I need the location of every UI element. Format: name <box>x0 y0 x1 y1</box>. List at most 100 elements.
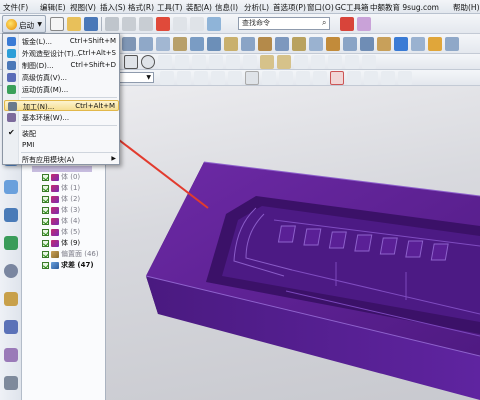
menu-analysis[interactable]: 分析(L) <box>244 2 269 13</box>
copy-icon[interactable] <box>122 17 136 31</box>
snap-midpoint-icon[interactable] <box>177 71 191 85</box>
new-file-icon[interactable] <box>50 17 64 31</box>
checkbox-icon[interactable] <box>42 250 49 258</box>
tree-item[interactable]: 体 (3) <box>42 205 80 215</box>
checkbox-icon[interactable] <box>42 195 49 203</box>
point-icon[interactable] <box>209 55 223 69</box>
replace-face-icon[interactable] <box>428 37 442 51</box>
paste-icon[interactable] <box>139 17 153 31</box>
role-icon[interactable] <box>357 17 371 31</box>
command-search-input[interactable]: 查找命令 <box>238 17 330 30</box>
move-face-icon[interactable] <box>411 37 425 51</box>
reuse-library-icon[interactable] <box>4 236 18 250</box>
menu-gc-toolbox[interactable]: GC工具箱 <box>335 2 369 13</box>
cut-icon[interactable] <box>105 17 119 31</box>
snap-tangent-icon[interactable] <box>330 71 344 85</box>
start-button[interactable]: 启动 ▼ <box>2 15 46 33</box>
chamfer-icon[interactable] <box>207 37 221 51</box>
snap-on-curve-icon[interactable] <box>279 71 293 85</box>
checkbox-icon[interactable] <box>42 228 49 236</box>
menu-preferences[interactable]: 首选项(P) <box>273 2 306 13</box>
menu-help[interactable]: 帮助(H) <box>453 2 480 13</box>
menu-information[interactable]: 信息(I) <box>215 2 238 13</box>
save-icon[interactable] <box>84 17 98 31</box>
snap-quadrant-icon[interactable] <box>211 71 225 85</box>
menu-assembly[interactable]: 装配(A) <box>186 2 212 13</box>
extrude-icon[interactable] <box>122 37 136 51</box>
menu-edit[interactable]: 编辑(E) <box>40 2 66 13</box>
search-icon[interactable]: ⌕ <box>322 18 326 28</box>
mirror-icon[interactable] <box>309 37 323 51</box>
snap-perpendicular-icon[interactable] <box>347 71 361 85</box>
history-icon[interactable] <box>4 208 18 222</box>
delete-icon[interactable] <box>156 17 170 31</box>
sweep-icon[interactable] <box>343 37 357 51</box>
menu-item-assembly[interactable]: ✔ 装配 <box>4 128 119 139</box>
bridge-curve-icon[interactable] <box>260 55 274 69</box>
trim-curve-icon[interactable] <box>328 55 342 69</box>
menu-item-all-applications[interactable]: 所有应用模块(A) ▶ <box>4 154 119 165</box>
system-materials-icon[interactable] <box>4 320 18 334</box>
menu-view[interactable]: 视图(V) <box>70 2 96 13</box>
snap-control-point-icon[interactable] <box>262 71 276 85</box>
menu-item-motion-simulation[interactable]: 运动仿真(M)... <box>4 84 119 95</box>
menu-item-drafting[interactable]: 制图(D)... Ctrl+Shift+D <box>4 60 119 71</box>
project-curve-icon[interactable] <box>243 55 257 69</box>
menu-item-gateway[interactable]: 基本环境(W)... <box>4 112 119 123</box>
menu-item-shape-studio[interactable]: 外观造型设计(T)... Ctrl+Alt+S <box>4 48 119 59</box>
tree-item[interactable]: 体 (2) <box>42 194 80 204</box>
checkbox-icon[interactable] <box>42 239 49 247</box>
menu-item-manufacturing[interactable]: 加工(N)... Ctrl+Alt+M <box>4 100 119 111</box>
open-folder-icon[interactable] <box>67 17 81 31</box>
tree-item[interactable]: 体 (0) <box>42 172 80 182</box>
tree-item[interactable]: 体 (1) <box>42 183 80 193</box>
checkbox-icon[interactable] <box>42 184 49 192</box>
hole-icon[interactable] <box>156 37 170 51</box>
snap-bounded-icon[interactable] <box>398 71 412 85</box>
menu-item-advanced-simulation[interactable]: 高级仿真(V)... <box>4 72 119 83</box>
snap-existing-point-icon[interactable] <box>245 71 259 85</box>
clock-icon[interactable] <box>4 264 18 278</box>
snap-grid-icon[interactable] <box>381 71 395 85</box>
snap-intersection-icon[interactable] <box>228 71 242 85</box>
graphics-window[interactable] <box>106 86 480 400</box>
roles-icon[interactable] <box>4 292 18 306</box>
checkbox-icon[interactable] <box>42 173 49 181</box>
checkbox-icon[interactable] <box>42 217 49 225</box>
intersect-curve-icon[interactable] <box>294 55 308 69</box>
line-icon[interactable] <box>158 55 172 69</box>
shell-icon[interactable] <box>224 37 238 51</box>
menu-insert[interactable]: 插入(S) <box>100 2 126 13</box>
checkbox-icon[interactable] <box>42 206 49 214</box>
datum-icon[interactable] <box>377 37 391 51</box>
boolean-icon[interactable] <box>173 37 187 51</box>
menu-item-pmi[interactable]: PMI <box>4 140 119 151</box>
edge-blend-icon[interactable] <box>326 37 340 51</box>
blend-icon[interactable] <box>190 37 204 51</box>
menu-item-sheet-metal[interactable]: 钣金(L)... Ctrl+Shift+M <box>4 36 119 47</box>
snap-center-icon[interactable] <box>194 71 208 85</box>
tree-item[interactable]: 偏置面 (46) <box>42 249 99 259</box>
menu-format[interactable]: 格式(R) <box>128 2 154 13</box>
arc-icon[interactable] <box>175 55 189 69</box>
web-browser-icon[interactable] <box>4 376 18 390</box>
undo-icon[interactable] <box>173 17 187 31</box>
revolve-icon[interactable] <box>139 37 153 51</box>
divide-curve-icon[interactable] <box>345 55 359 69</box>
tree-item[interactable]: 体 (4) <box>42 216 80 226</box>
pattern-icon[interactable] <box>292 37 306 51</box>
snap-on-face-icon[interactable] <box>296 71 310 85</box>
sync-modeling-icon[interactable] <box>394 37 408 51</box>
trim-body-icon[interactable] <box>275 37 289 51</box>
join-curve-icon[interactable] <box>277 55 291 69</box>
checkbox-icon[interactable] <box>42 261 49 269</box>
tree-item[interactable]: 求差 (47) <box>42 260 94 270</box>
menu-tools[interactable]: 工具(T) <box>157 2 182 13</box>
menu-file[interactable]: 文件(F) <box>3 2 28 13</box>
redo-icon[interactable] <box>190 17 204 31</box>
circle-icon[interactable] <box>141 55 155 69</box>
snap-endpoint-icon[interactable] <box>160 71 174 85</box>
window-icon[interactable] <box>207 17 221 31</box>
type-filter-dropdown[interactable]: ▼ <box>118 72 154 83</box>
tree-item[interactable]: 体 (5) <box>42 227 80 237</box>
